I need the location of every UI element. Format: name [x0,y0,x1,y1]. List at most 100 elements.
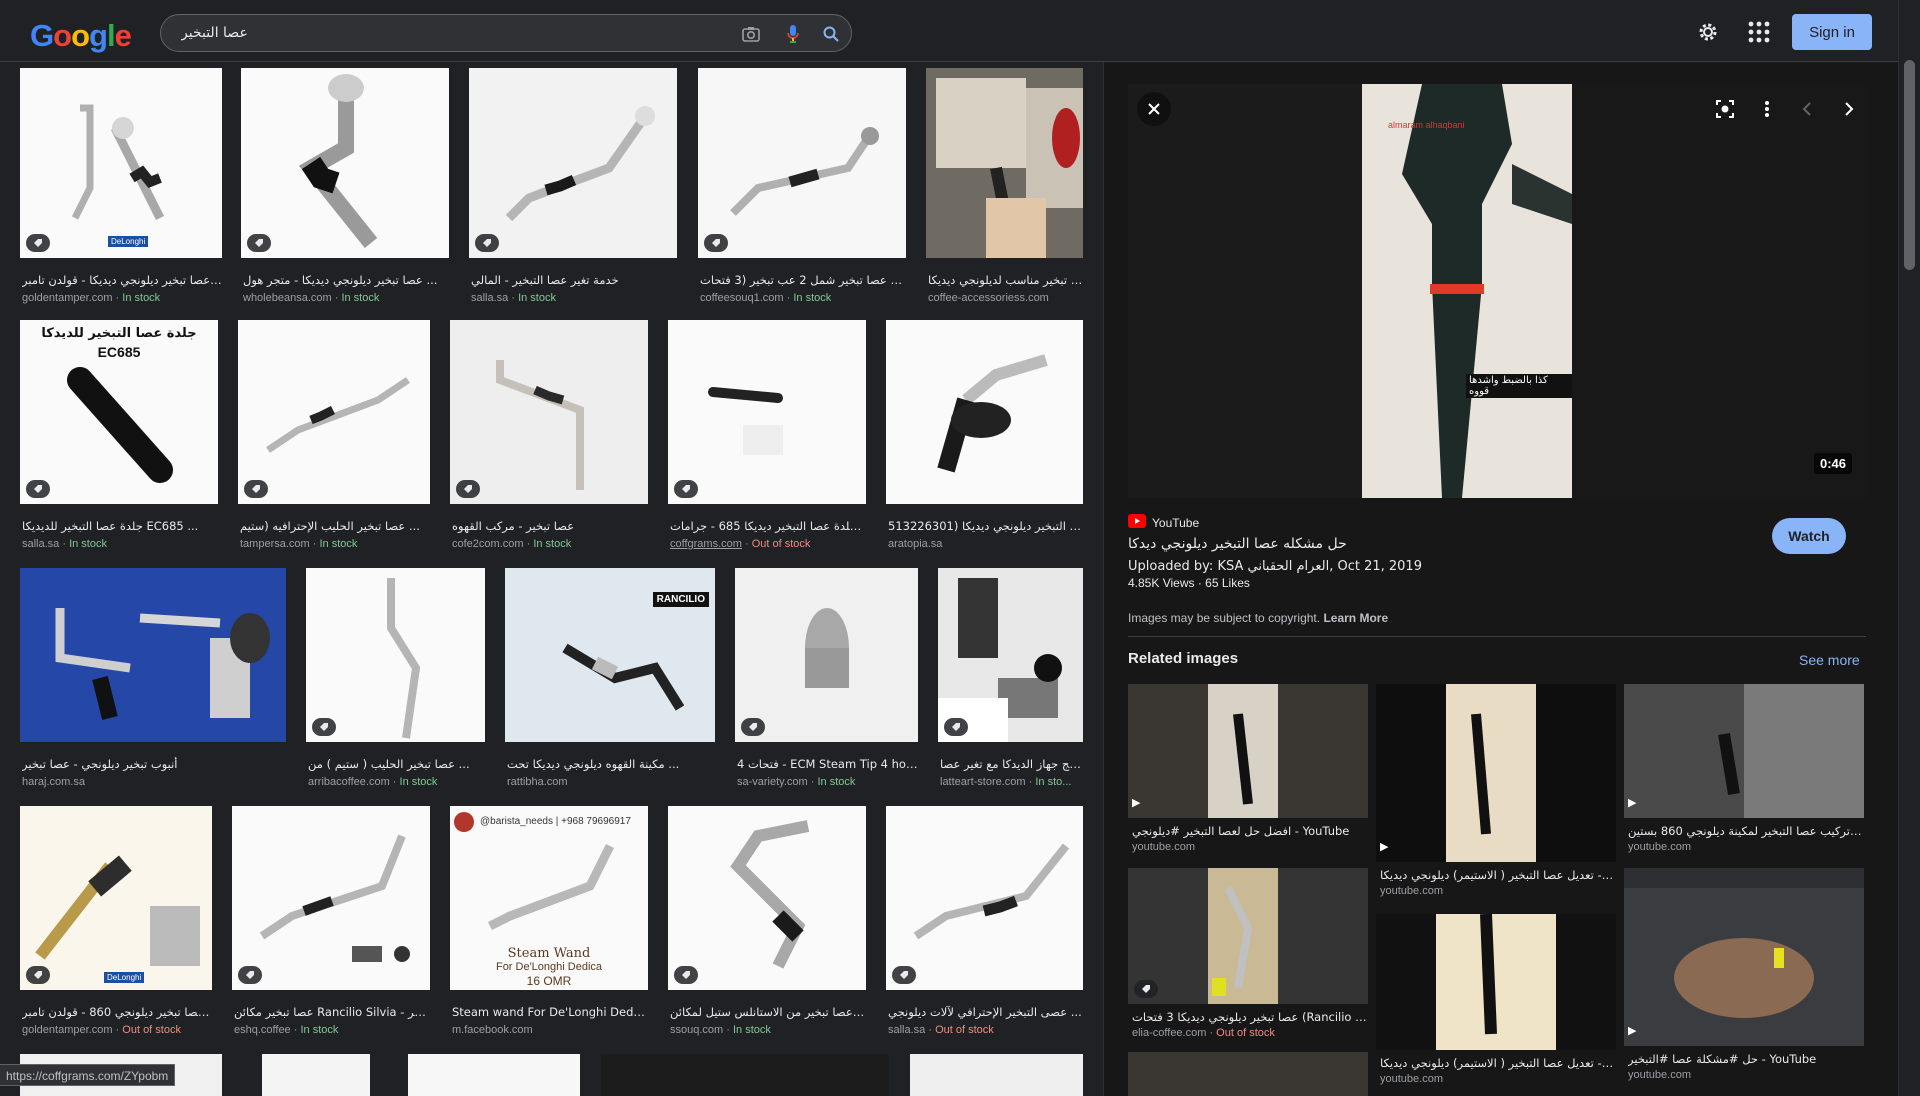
result-thumbnail[interactable] [698,68,906,258]
search-icon[interactable] [821,24,841,44]
result-thumbnail[interactable]: @barista_needs | +968 79696917 Steam Wan… [450,806,648,990]
result-thumbnail[interactable] [601,1054,889,1096]
camera-icon[interactable] [741,24,761,44]
result-title[interactable]: 4 فتحات - ECM Steam Tip 4 hole... [737,757,918,771]
tag-icon [674,480,698,498]
result-thumbnail[interactable] [938,568,1083,742]
result-title[interactable]: عصا تبخير من الاستانلس ستيل لمكائن ... [670,1005,866,1019]
result-title[interactable]: عصا التبخير ديلونجي ديديكا (513226301... [888,519,1083,533]
result-tile[interactable]: DeLonghi عصا تبخير ديلونجي ديديكا - قولد… [20,68,222,308]
result-tile[interactable]: عصا التبخير ديلونجي ديديكا (513226301...… [886,320,1083,555]
result-title[interactable]: أنبوب تبخير ديلونجي - عصا تبخير [22,757,286,771]
result-title[interactable]: عصا تبخير الحليب ( ستيم ) من ... [308,757,485,771]
result-title[interactable]: عصا تبخير مكائن Rancilio Silvia - متجر..… [234,1005,430,1019]
result-thumbnail[interactable] [910,1054,1083,1096]
result-title[interactable]: خدمة تغير عصا التبخير - المالي [471,273,677,287]
result-title[interactable]: مكينة القهوه ديلونجي ديديكا تحت ... [507,757,715,771]
lens-search-icon[interactable] [1708,92,1742,126]
result-tile[interactable]: بكج عصا تبخير شمل 2 عب تبخير (3 فتحات ..… [698,68,906,308]
result-thumbnail[interactable]: DeLonghi [20,806,212,990]
result-title[interactable]: جلدة عصا التبخير للديديكا EC685 ... [22,519,218,533]
result-tile[interactable]: RANCILIO مكينة القهوه ديلونجي ديديكا تحت… [505,568,715,793]
previous-icon[interactable] [1790,92,1824,126]
result-tile[interactable]: 4 فتحات - ECM Steam Tip 4 hole... sa-var… [735,568,918,793]
watch-button[interactable]: Watch [1772,518,1846,554]
result-tile[interactable]: عصا تبخير الحليب ( ستيم ) من ... arribac… [306,568,485,793]
related-title: تعديل عصا التبخير ( الاستيمر) ديلونجي دي… [1380,868,1616,882]
result-title[interactable]: عصا تبخير ديلونجي ديديكا - متجر هول ... [243,273,449,287]
result-title[interactable]: عصا تبخير ديلونجي 860 - قولدن تامبر ... [22,1005,212,1019]
result-thumbnail[interactable] [886,806,1083,990]
result-thumbnail[interactable] [241,68,449,258]
related-item[interactable]: ▶ افضل حل لعصا التبخير #ديلونجي - YouTub… [1128,684,1368,862]
result-tile[interactable]: عصا تبخير مكائن Rancilio Silvia - متجر..… [232,806,430,1041]
result-tile[interactable]: @barista_needs | +968 79696917 Steam Wan… [450,806,648,1041]
result-thumbnail[interactable]: RANCILIO [505,568,715,742]
result-tile[interactable]: DeLonghi عصا تبخير ديلونجي 860 - قولدن ت… [20,806,212,1041]
scrollbar-thumb[interactable] [1904,60,1915,270]
related-item[interactable]: ▶ طريقة تركيب عصا التبخير لمكينة ديلونجي… [1624,684,1864,862]
result-thumbnail[interactable] [232,806,430,990]
learn-more-link[interactable]: Learn More [1323,611,1388,625]
related-item[interactable]: ▶ تعديل عصا التبخير ( الاستيمر) ديلونجي … [1376,684,1616,906]
result-tile[interactable]: عصا تبخير الحليب الإحترافيه (ستيم ... ta… [238,320,430,555]
result-tile[interactable]: خدمة تغير عصا التبخير - المالي salla.sa … [469,68,677,308]
more-options-icon[interactable] [1750,92,1784,126]
video-stats: 4.85K Views · 65 Likes [1128,576,1250,590]
result-title[interactable]: عصا تبخير الحليب الإحترافيه (ستيم ... [240,519,430,533]
result-tile[interactable]: عصا تبخير ديلونجي ديديكا - متجر هول ... … [241,68,449,308]
related-item[interactable]: تعديل عصا التبخير ( الاستيمر) ديلونجي دي… [1376,913,1616,1096]
thumb-caption: @barista_needs | +968 79696917 [480,816,631,827]
result-source: goldentamper.com · Out of stock [22,1024,181,1036]
result-title[interactable]: عصا تبخير ديلونجي ديديكا - قولدن تامبر .… [22,273,222,287]
result-tile[interactable]: جلدة عصا التبخير ديديكا 685 - جرامات ...… [668,320,866,555]
result-thumbnail[interactable] [306,568,485,742]
page-scrollbar[interactable] [1898,0,1920,1096]
google-logo[interactable]: Google [30,18,132,54]
result-thumbnail[interactable] [886,320,1083,504]
search-input[interactable] [181,23,721,43]
result-thumbnail[interactable]: جلدة عصا التبخير للديدكا EC685 [20,320,218,504]
result-thumbnail[interactable] [408,1054,580,1096]
see-more-link[interactable]: See more [1799,652,1860,668]
result-tile[interactable]: بكج جهاز الديدكا مع تغير عصا ... lattear… [938,568,1083,793]
result-title[interactable]: عصاء تبخير مناسب لديلونجي ديديكا ... [928,273,1083,287]
result-tile[interactable]: عصا تبخير - مركب القهوه cofe2com.com · I… [450,320,648,555]
related-thumbnail[interactable] [1128,1052,1368,1096]
result-title[interactable]: بكج عصا تبخير شمل 2 عب تبخير (3 فتحات ..… [700,273,906,287]
result-thumbnail[interactable] [262,1054,370,1096]
result-thumbnail[interactable] [926,68,1083,258]
result-thumbnail[interactable] [668,806,866,990]
result-tile[interactable]: أنبوب تبخير ديلونجي - عصا تبخير haraj.co… [20,568,286,793]
source-row[interactable]: YouTube [1128,514,1199,531]
result-tile[interactable]: عصا تبخير من الاستانلس ستيل لمكائن ... s… [668,806,866,1041]
result-thumbnail[interactable] [469,68,677,258]
sign-in-button[interactable]: Sign in [1792,14,1872,50]
apps-grid-icon[interactable] [1748,21,1770,48]
result-thumbnail[interactable]: DeLonghi [20,68,222,258]
close-icon[interactable] [1137,92,1171,126]
related-item[interactable]: عصا تبخير ديلونجي ديديكا 3 فتحات (Rancil… [1128,868,1368,1044]
result-thumbnail[interactable] [735,568,918,742]
related-item[interactable]: ▶ حل #مشكلة عصا #التبخير - YouTube youtu… [1624,868,1864,1090]
result-title[interactable]: عصى التبخير الإحترافي لآلات ديلونجي ... [888,1005,1083,1019]
video-preview[interactable]: almaram alhaqbani كذا بالضبط واشدها قووه… [1128,84,1866,498]
result-title[interactable]: Steam wand For De'Longhi Dedic... [452,1005,648,1019]
result-tile[interactable]: جلدة عصا التبخير للديدكا EC685 جلدة عصا … [20,320,218,555]
next-icon[interactable] [1832,92,1866,126]
settings-gear-icon[interactable] [1696,20,1720,49]
result-thumbnail[interactable] [668,320,866,504]
microphone-icon[interactable] [783,24,803,44]
result-source: goldentamper.com · In stock [22,292,161,304]
result-tile[interactable]: عصى التبخير الإحترافي لآلات ديلونجي ... … [886,806,1083,1041]
result-title[interactable]: عصا تبخير - مركب القهوه [452,519,648,533]
result-tile[interactable]: عصاء تبخير مناسب لديلونجي ديديكا ... cof… [926,68,1083,308]
result-title[interactable]: بكج جهاز الديدكا مع تغير عصا ... [940,757,1083,771]
preview-title[interactable]: حل مشكله عصا التبخير ديلونجي ديدكا [1128,536,1347,552]
result-thumbnail[interactable] [20,568,286,742]
result-thumbnail[interactable] [450,320,648,504]
preview-panel: almaram alhaqbani كذا بالضبط واشدها قووه… [1103,62,1898,1096]
result-thumbnail[interactable] [238,320,430,504]
result-title[interactable]: جلدة عصا التبخير ديديكا 685 - جرامات ... [670,519,866,533]
result-source: m.facebook.com [452,1024,533,1036]
